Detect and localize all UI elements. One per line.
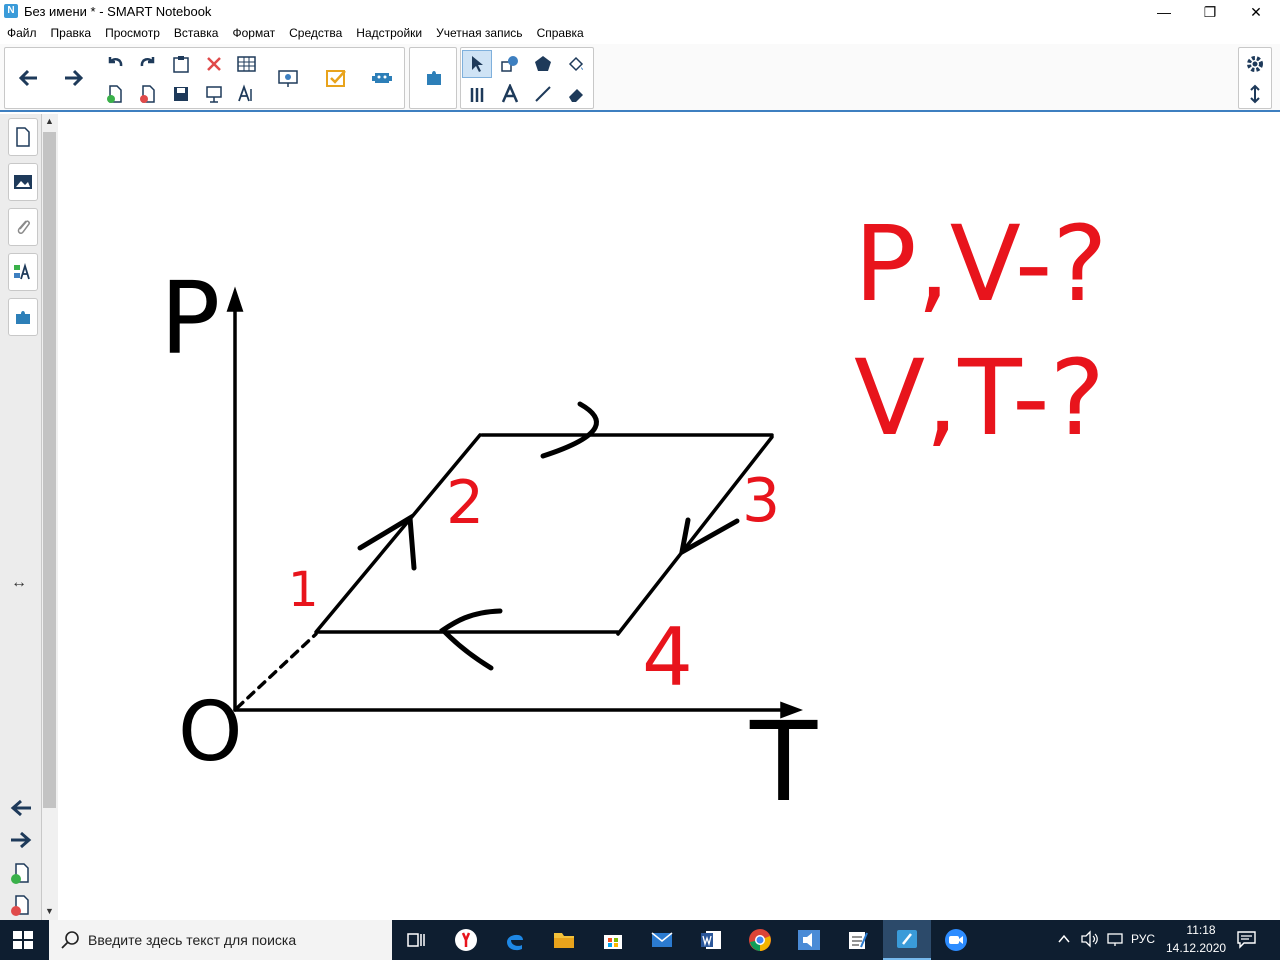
p-axis-label: P <box>160 260 221 377</box>
delete-page-icon[interactable] <box>133 80 163 108</box>
toolbar-group-tools <box>460 47 594 109</box>
minimize-button[interactable]: — <box>1141 0 1187 24</box>
page-sorter-icon[interactable] <box>8 118 38 156</box>
redo-icon[interactable] <box>133 50 163 78</box>
toolbar-group-settings <box>1238 47 1272 109</box>
network-icon[interactable] <box>1106 931 1124 952</box>
hidden-icons-chevron-icon[interactable] <box>1056 931 1072 952</box>
screen-shade-icon[interactable] <box>199 80 229 108</box>
windows-start-icon[interactable] <box>12 930 34 955</box>
restore-button[interactable]: ❐ <box>1187 0 1233 24</box>
smart-notebook-icon: N <box>4 4 18 18</box>
mail-icon[interactable] <box>638 920 686 960</box>
file-explorer-icon[interactable] <box>540 920 588 960</box>
pens-icon[interactable] <box>462 80 492 108</box>
search-placeholder: Введите здесь текст для поиска <box>88 932 297 948</box>
microsoft-store-icon[interactable] <box>589 920 637 960</box>
scroll-down-icon[interactable]: ▼ <box>45 906 54 916</box>
question-p-v: P,V-? <box>854 203 1108 325</box>
menu-view[interactable]: Просмотр <box>98 24 167 44</box>
addons-puzzle-icon[interactable] <box>8 298 38 336</box>
next-page-icon[interactable] <box>9 830 33 855</box>
undo-icon[interactable] <box>100 50 130 78</box>
action-center-icon[interactable] <box>1236 929 1258 954</box>
resize-handle[interactable]: ↔ <box>11 574 27 592</box>
response-icon[interactable] <box>321 64 351 92</box>
previous-page-icon[interactable] <box>9 798 33 823</box>
search-icon <box>60 930 80 955</box>
lab-activity-icon[interactable] <box>367 64 397 92</box>
menu-account[interactable]: Учетная запись <box>429 24 529 44</box>
arrow-4-1 <box>439 608 503 671</box>
question-v-t: V,T-? <box>854 337 1105 459</box>
word-icon[interactable] <box>687 920 735 960</box>
fill-icon[interactable] <box>561 50 591 78</box>
text-recognition-icon[interactable] <box>232 80 262 108</box>
clock-time[interactable]: 11:18 <box>1178 923 1224 937</box>
lines-icon[interactable] <box>528 80 558 108</box>
arrow-2-3 <box>540 401 599 459</box>
text-tool-icon[interactable] <box>495 80 525 108</box>
shapes-icon[interactable] <box>495 50 525 78</box>
save-icon[interactable] <box>166 80 196 108</box>
menu-tools[interactable]: Средства <box>282 24 349 44</box>
document-camera-icon[interactable] <box>273 64 303 92</box>
puzzle-addon-icon[interactable] <box>419 64 449 92</box>
menu-addons[interactable]: Надстройки <box>349 24 429 44</box>
paste-icon[interactable] <box>166 50 196 78</box>
task-view-icon[interactable] <box>392 920 440 960</box>
point-2-label: 2 <box>446 468 485 538</box>
point-4-label: 4 <box>642 611 693 704</box>
origin-label: O <box>178 685 243 780</box>
toolbar-group-addons <box>409 47 457 109</box>
menu-help[interactable]: Справка <box>530 24 591 44</box>
volume-icon[interactable] <box>1080 930 1100 953</box>
audio-app-icon[interactable] <box>785 920 833 960</box>
select-pointer-icon[interactable] <box>462 50 492 78</box>
whiteboard-canvas[interactable]: P T O 1 2 3 4 P,V-? V,T-? <box>58 114 1280 920</box>
attachments-icon[interactable] <box>8 208 38 246</box>
delete-icon[interactable] <box>199 50 229 78</box>
scroll-thumb[interactable] <box>43 132 56 808</box>
regular-polygon-icon[interactable] <box>528 50 558 78</box>
menu-file[interactable]: Файл <box>0 24 44 44</box>
toolbar-group-main <box>4 47 405 109</box>
yandex-browser-icon[interactable] <box>442 920 490 960</box>
gallery-icon[interactable] <box>8 163 38 201</box>
settings-gear-icon[interactable] <box>1240 50 1270 78</box>
window-title: Без имени * - SMART Notebook <box>24 4 212 19</box>
menu-bar: Файл Правка Просмотр Вставка Формат Сред… <box>0 24 1280 44</box>
close-button[interactable]: ✕ <box>1233 0 1279 24</box>
clock-date[interactable]: 14.12.2020 <box>1166 941 1226 955</box>
input-language-indicator[interactable]: РУС <box>1131 932 1155 946</box>
arrow-3-4 <box>678 517 740 557</box>
menu-insert[interactable]: Вставка <box>167 24 226 44</box>
smart-notebook-taskbar-icon[interactable] <box>883 920 931 960</box>
properties-icon[interactable] <box>8 253 38 291</box>
table-icon[interactable] <box>232 50 262 78</box>
notepad-icon[interactable] <box>834 920 882 960</box>
side-panel: ↔ <box>0 114 42 920</box>
point-1-label: 1 <box>288 562 319 618</box>
scroll-up-icon[interactable]: ▲ <box>45 116 54 126</box>
edge-browser-icon[interactable] <box>491 920 539 960</box>
menu-format[interactable]: Формат <box>225 24 282 44</box>
add-page-side-icon[interactable] <box>10 862 32 891</box>
move-toolbar-icon[interactable] <box>1240 80 1270 108</box>
back-arrow-icon[interactable] <box>13 64 43 92</box>
delete-page-side-icon[interactable] <box>10 894 32 923</box>
zoom-icon[interactable] <box>932 920 980 960</box>
chrome-icon[interactable] <box>736 920 784 960</box>
forward-arrow-icon[interactable] <box>59 64 89 92</box>
dashed-line-origin-1 <box>235 632 318 710</box>
add-page-icon[interactable] <box>100 80 130 108</box>
point-3-label: 3 <box>742 466 781 536</box>
p-axis-arrowhead <box>226 286 244 312</box>
toolbar <box>0 44 1280 112</box>
t-axis-label: T <box>750 698 818 826</box>
menu-edit[interactable]: Правка <box>44 24 99 44</box>
eraser-icon[interactable] <box>561 80 591 108</box>
